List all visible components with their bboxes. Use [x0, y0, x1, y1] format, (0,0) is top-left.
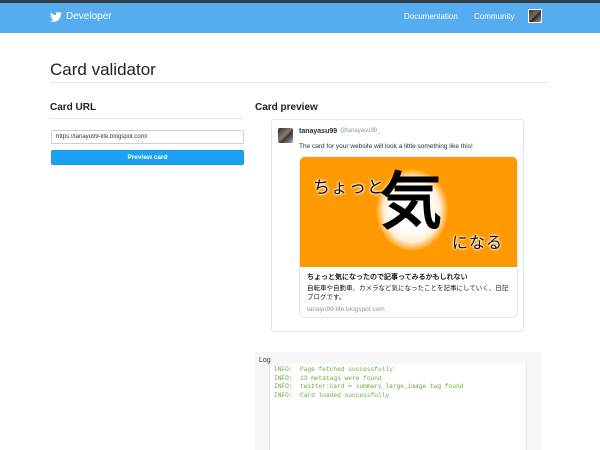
card-image: ちょっと 気 になる	[300, 157, 517, 267]
card-description: 自転車や自動車、カメラなど気になったことを記事にしていく、日記ブログです。	[307, 285, 509, 301]
log-line: INFO: Card loaded successfully	[274, 391, 390, 399]
navbar: Developer Documentation Community	[0, 3, 600, 33]
log-output: INFO: Page fetched successfully INFO: 13…	[269, 364, 527, 450]
card-title: ちょっと気になったので記事ってみるかもしれない	[307, 274, 468, 281]
user-avatar[interactable]	[528, 9, 542, 23]
card-preview-panel: tanayasu99 @tanayasu99_ The card for you…	[271, 119, 524, 332]
tweet-avatar	[278, 128, 293, 143]
card-image-text-right: になる	[452, 233, 504, 252]
log-line: INFO: twitter:card = summary_large_image…	[274, 383, 464, 390]
log-line: INFO: Page fetched successfully	[274, 366, 393, 373]
nav-community-link[interactable]: Community	[474, 12, 514, 21]
card-url-heading: Card URL	[50, 102, 97, 113]
log-label: Log	[259, 357, 271, 364]
twitter-bird-icon	[50, 11, 62, 22]
title-divider	[50, 82, 548, 83]
summary-card[interactable]: ちょっと 気 になる ちょっと気になったので記事ってみるかもしれない 自転車や自…	[299, 156, 518, 318]
tweet-text: The card for your website will look a li…	[299, 143, 473, 150]
card-image-text-left: ちょっと	[313, 178, 385, 198]
card-url-divider	[50, 118, 243, 119]
brand-label: Developer	[66, 11, 112, 22]
card-image-text-big: 気	[380, 165, 443, 238]
log-line: INFO: 13 metatags were found	[274, 374, 382, 382]
tweet-handle: @tanayasu99_	[340, 128, 381, 134]
log-panel: Log INFO: Page fetched successfully INFO…	[255, 352, 541, 450]
nav-documentation-link[interactable]: Documentation	[404, 12, 458, 21]
brand-link[interactable]: Developer	[50, 11, 112, 22]
tweet-display-name: tanayasu99	[299, 128, 338, 135]
card-domain: tanayu99-life.blogspot.com	[307, 306, 385, 313]
card-preview-heading: Card preview	[255, 102, 318, 113]
card-url-input[interactable]	[51, 130, 244, 144]
page-title: Card validator	[50, 60, 156, 79]
preview-card-button[interactable]: Preview card	[51, 150, 244, 165]
